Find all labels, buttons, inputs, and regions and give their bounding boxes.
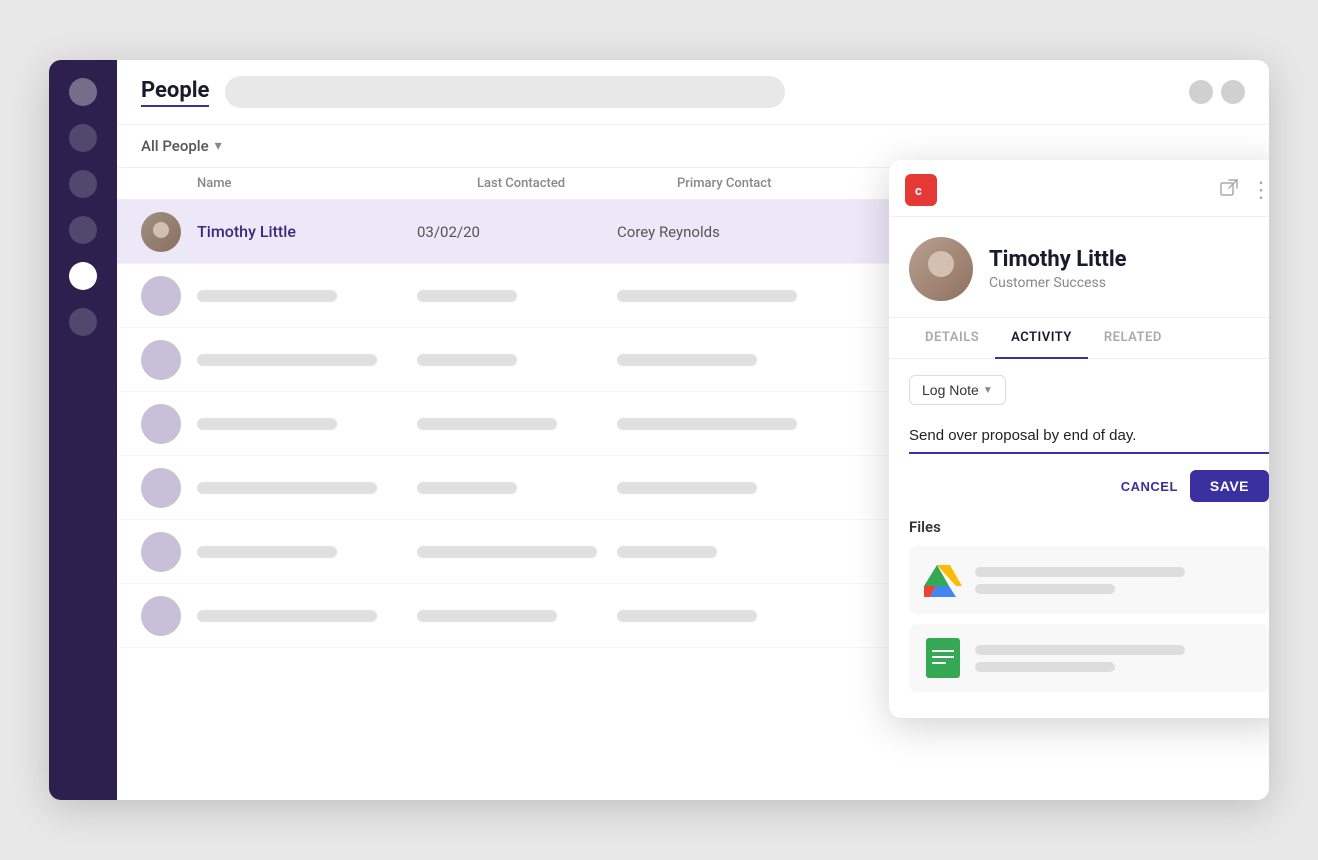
skeleton: [417, 418, 557, 430]
avatar: [141, 468, 181, 508]
file-item-gdrive[interactable]: [909, 546, 1269, 614]
filter-label[interactable]: All People: [141, 137, 209, 155]
col-last-contacted: Last Contacted: [477, 176, 677, 191]
avatar: [141, 404, 181, 444]
skeleton: [197, 354, 377, 366]
skeleton: [197, 546, 337, 558]
open-external-icon[interactable]: [1220, 179, 1238, 202]
sidebar-dot-3[interactable]: [69, 170, 97, 198]
sidebar: [49, 60, 117, 800]
row-name: Timothy Little: [197, 222, 417, 241]
save-button[interactable]: SAVE: [1190, 470, 1269, 502]
page-title: People: [141, 78, 209, 107]
skeleton: [617, 610, 757, 622]
sidebar-dot-1[interactable]: [69, 78, 97, 106]
file-item-gsheet[interactable]: [909, 624, 1269, 692]
sidebar-dot-4[interactable]: [69, 216, 97, 244]
profile-avatar: [909, 237, 973, 301]
window-btn-1[interactable]: [1189, 80, 1213, 104]
tab-related[interactable]: RELATED: [1088, 318, 1178, 359]
log-note-chevron: ▼: [983, 385, 993, 396]
app-window: People All People ▾ Name Last Contacted …: [49, 60, 1269, 800]
log-note-label: Log Note: [922, 382, 979, 398]
detail-panel: c ⋮ Timothy Little Customer Success: [889, 160, 1269, 718]
sidebar-dot-5[interactable]: [69, 262, 97, 290]
window-controls: [1189, 80, 1245, 104]
activity-section: Log Note ▼ CANCEL SAVE: [889, 359, 1269, 518]
detail-logo: c: [905, 174, 937, 206]
file-lines: [975, 567, 1255, 594]
sidebar-dot-2[interactable]: [69, 124, 97, 152]
search-bar[interactable]: [225, 76, 785, 108]
skeleton: [417, 354, 517, 366]
avatar: [141, 276, 181, 316]
note-actions: CANCEL SAVE: [909, 470, 1269, 502]
profile-info: Timothy Little Customer Success: [989, 247, 1127, 291]
detail-actions: ⋮: [1220, 178, 1269, 203]
cancel-button[interactable]: CANCEL: [1121, 479, 1178, 494]
skeleton: [617, 290, 797, 302]
gdrive-icon: [923, 560, 963, 600]
skeleton: [617, 482, 757, 494]
skeleton: [197, 290, 337, 302]
detail-profile: Timothy Little Customer Success: [889, 217, 1269, 318]
skeleton: [617, 418, 797, 430]
skeleton: [417, 546, 597, 558]
skeleton: [197, 418, 337, 430]
profile-name: Timothy Little: [989, 247, 1127, 273]
col-name: Name: [197, 176, 477, 191]
avatar: [141, 340, 181, 380]
svg-text:c: c: [915, 184, 922, 199]
log-note-row: Log Note ▼: [909, 375, 1269, 405]
avatar: [141, 596, 181, 636]
file-line: [975, 645, 1185, 655]
file-line: [975, 567, 1185, 577]
gsheet-icon: [923, 638, 963, 678]
skeleton: [417, 290, 517, 302]
more-options-icon[interactable]: ⋮: [1250, 178, 1269, 203]
skeleton: [417, 482, 517, 494]
file-line: [975, 584, 1115, 594]
avatar: [141, 532, 181, 572]
file-line: [975, 662, 1115, 672]
skeleton: [197, 482, 377, 494]
detail-tabs: DETAILS ACTIVITY RELATED: [889, 318, 1269, 359]
top-bar: People: [117, 60, 1269, 125]
sidebar-dot-6[interactable]: [69, 308, 97, 336]
skeleton: [617, 546, 717, 558]
avatar: [141, 212, 181, 252]
row-date: 03/02/20: [417, 223, 617, 241]
tab-activity[interactable]: ACTIVITY: [995, 318, 1088, 359]
tab-details[interactable]: DETAILS: [909, 318, 995, 359]
log-note-button[interactable]: Log Note ▼: [909, 375, 1006, 405]
skeleton: [197, 610, 377, 622]
profile-role: Customer Success: [989, 275, 1127, 291]
files-label: Files: [909, 518, 1269, 536]
file-lines: [975, 645, 1255, 672]
window-btn-2[interactable]: [1221, 80, 1245, 104]
skeleton: [417, 610, 557, 622]
files-section: Files: [889, 518, 1269, 718]
skeleton: [617, 354, 757, 366]
detail-header: c ⋮: [889, 160, 1269, 217]
filter-dropdown-icon[interactable]: ▾: [215, 138, 222, 154]
note-input[interactable]: [909, 419, 1269, 454]
